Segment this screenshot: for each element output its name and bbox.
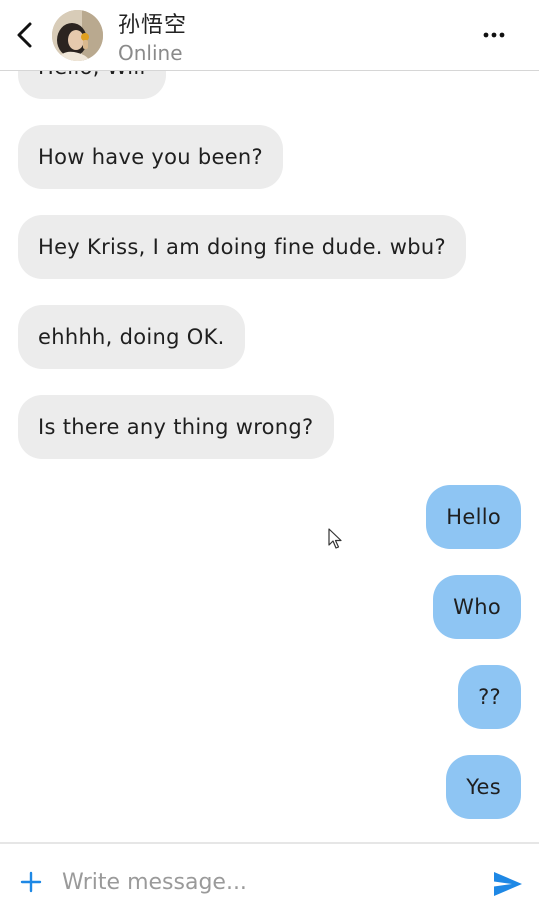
message-input[interactable] [62, 862, 462, 902]
send-button[interactable] [492, 870, 524, 898]
avatar-photo [52, 10, 103, 61]
message-bubble-incoming[interactable]: ehhhh, doing OK. [18, 305, 245, 369]
message-bubble-outgoing[interactable]: Who [433, 575, 521, 639]
message-bubble-outgoing[interactable]: ?? [458, 665, 521, 729]
message-bubble-incoming[interactable]: Is there any thing wrong? [18, 395, 334, 459]
more-options-button[interactable] [478, 22, 510, 48]
chat-screen: Hello, Will How have you been? Hey Kriss… [0, 0, 539, 919]
chat-header: 孙悟空 Online [0, 0, 539, 71]
send-icon [494, 872, 522, 896]
avatar[interactable] [52, 10, 103, 61]
mouse-pointer-icon [328, 528, 342, 549]
message-bubble-incoming[interactable]: How have you been? [18, 125, 283, 189]
message-bubble-incoming[interactable]: Hey Kriss, I am doing fine dude. wbu? [18, 215, 466, 279]
plus-icon [20, 871, 42, 893]
chevron-left-icon [17, 22, 32, 48]
contact-status: Online [118, 41, 183, 65]
contact-name: 孙悟空 [118, 13, 188, 38]
message-bubble-outgoing[interactable]: Hello [426, 485, 521, 549]
message-bubble-outgoing[interactable]: Yes [446, 755, 521, 819]
back-button[interactable] [10, 18, 42, 52]
more-horizontal-icon [483, 32, 505, 38]
message-list[interactable]: Hello, Will How have you been? Hey Kriss… [0, 0, 539, 842]
message-composer [0, 842, 539, 919]
add-attachment-button[interactable] [19, 870, 43, 894]
